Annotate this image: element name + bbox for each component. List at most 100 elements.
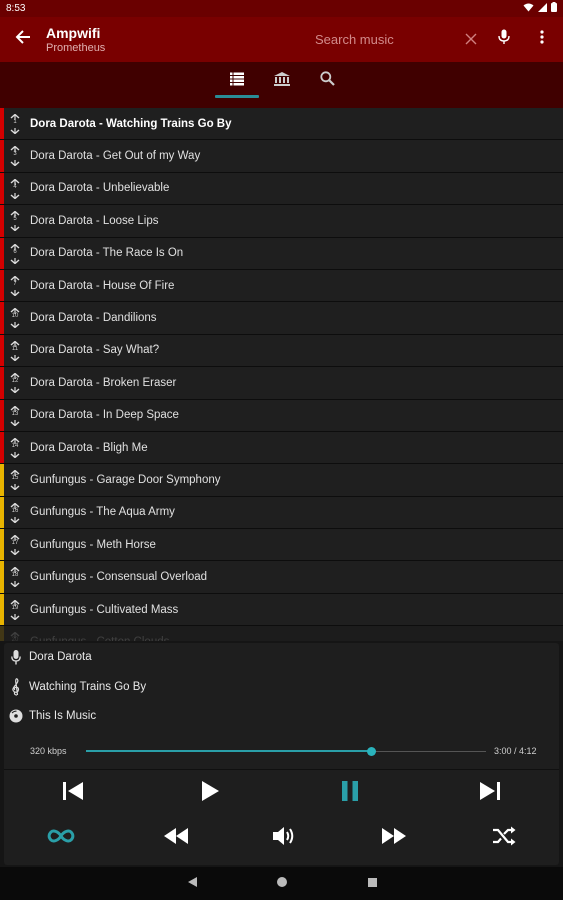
seek-bar-area: 320 kbps 3:00 / 4:12 (4, 739, 559, 763)
repeat-infinite-icon (47, 828, 75, 849)
clear-icon[interactable] (464, 32, 478, 46)
tab-bar (0, 62, 563, 108)
playlist-item[interactable]: 3 Dora Darota - Get Out of my Way (0, 140, 563, 173)
artist-color-bar (0, 302, 4, 334)
playlist-item[interactable]: 19 Gunfungus - Cultivated Mass (0, 593, 563, 627)
artist-color-bar (0, 205, 4, 237)
playlist-item[interactable]: 11 Dora Darota - Say What? (0, 334, 563, 368)
playlist-item[interactable]: 12 Dora Darota - Broken Eraser (0, 367, 563, 400)
playlist-item[interactable]: 10 Dora Darota - Dandilions (0, 302, 563, 335)
search-input[interactable] (315, 32, 455, 47)
np-artist-row[interactable]: Dora Darota (4, 645, 559, 669)
voice-search-button[interactable] (494, 29, 514, 49)
np-title-row[interactable]: Watching Trains Go By (4, 675, 559, 699)
play-icon (200, 780, 220, 807)
recents-square-icon (367, 875, 378, 893)
track-label: Dora Darota - Get Out of my Way (30, 150, 201, 163)
nav-recents-button[interactable] (364, 876, 380, 892)
volume-button[interactable] (267, 820, 303, 856)
track-label: Gunfungus - Consensual Overload (30, 571, 208, 584)
shuffle-button[interactable] (486, 820, 522, 856)
queue-list-icon (230, 72, 244, 91)
status-time: 8:53 (6, 3, 26, 14)
tab-library[interactable] (260, 62, 304, 100)
artist-color-bar (0, 431, 4, 464)
system-nav-bar (0, 867, 563, 900)
now-playing-panel: Dora Darota Watching Trains Go By This I… (4, 643, 559, 865)
track-label: Dora Darota - The Race Is On (30, 247, 184, 260)
app-bar: Ampwifi Prometheus (0, 17, 563, 62)
track-number: 13 (11, 410, 19, 417)
track-number: 14 (11, 442, 19, 449)
track-number: 12 (11, 378, 19, 385)
track-label: Dora Darota - Bligh Me (30, 441, 148, 454)
track-number: 7 (13, 280, 17, 287)
playlist-item[interactable]: 15 Gunfungus - Garage Door Symphony (0, 464, 563, 497)
track-label: Gunfungus - Cultivated Mass (30, 603, 179, 616)
fast-forward-button[interactable] (376, 820, 412, 856)
rewind-button[interactable] (158, 820, 194, 856)
playlist-item[interactable]: 6 Dora Darota - The Race Is On (0, 237, 563, 270)
play-button[interactable] (192, 775, 228, 811)
mic-icon (8, 649, 24, 665)
track-label: Gunfungus - Garage Door Symphony (30, 473, 221, 486)
playlist-item[interactable]: 7 Dora Darota - House Of Fire (0, 269, 563, 303)
more-options-button[interactable] (532, 29, 552, 49)
time-display: 3:00 / 4:12 (494, 746, 537, 756)
artist-color-bar (0, 367, 4, 399)
seek-thumb[interactable] (367, 747, 377, 756)
artist-color-bar (0, 399, 4, 431)
shuffle-icon (492, 826, 516, 851)
track-number: 11 (11, 345, 19, 352)
back-triangle-icon (187, 875, 198, 893)
repeat-button[interactable] (43, 820, 79, 856)
track-number: 19 (11, 604, 19, 611)
np-album-row[interactable]: This Is Music (4, 704, 559, 728)
playlist-item[interactable]: 13 Dora Darota - In Deep Space (0, 399, 563, 432)
playlist-item[interactable]: 5 Dora Darota - Loose Lips (0, 205, 563, 238)
status-bar: 8:53 (0, 0, 563, 17)
artist-color-bar (0, 269, 4, 302)
bitrate-label: 320 kbps (30, 746, 67, 756)
back-arrow-icon (15, 29, 31, 50)
track-label: Gunfungus - The Aqua Army (30, 506, 175, 519)
playlist-item[interactable]: 18 Gunfungus - Consensual Overload (0, 561, 563, 594)
playlist-item[interactable]: 20 Gunfungus - Cotton Clouds (0, 626, 563, 641)
tab-indicator (215, 95, 259, 98)
track-number: 4 (13, 183, 17, 190)
track-label: Gunfungus - Cotton Clouds (30, 636, 169, 641)
treble-clef-icon (8, 678, 24, 696)
playlist-item[interactable]: 17 Gunfungus - Meth Horse (0, 529, 563, 562)
playlist-item[interactable]: 16 Gunfungus - The Aqua Army (0, 496, 563, 530)
track-label: Dora Darota - Dandilions (30, 312, 157, 325)
playlist-item[interactable]: 14 Dora Darota - Bligh Me (0, 431, 563, 465)
nav-back-button[interactable] (184, 876, 200, 892)
app-subtitle: Prometheus (46, 41, 106, 54)
battery-icon (551, 2, 557, 15)
track-number: 17 (11, 540, 19, 547)
app-title: Ampwifi (46, 24, 101, 41)
track-label: Dora Darota - Loose Lips (30, 214, 159, 227)
home-circle-icon (276, 875, 288, 893)
nav-home-button[interactable] (274, 876, 290, 892)
playlist-queue[interactable]: 1 Dora Darota - Watching Trains Go By 3 Dor… (0, 108, 563, 641)
skip-next-icon (479, 780, 501, 807)
mic-icon (498, 29, 510, 50)
library-icon (274, 71, 290, 91)
pause-button[interactable] (332, 775, 368, 811)
track-number: 18 (11, 572, 19, 579)
playlist-item[interactable]: 1 Dora Darota - Watching Trains Go By (0, 108, 563, 141)
np-title: Watching Trains Go By (29, 681, 147, 693)
wifi-icon (523, 3, 534, 15)
skip-next-button[interactable] (472, 775, 508, 811)
status-icons (523, 2, 557, 15)
back-button[interactable] (0, 17, 46, 62)
tab-search[interactable] (305, 62, 349, 100)
track-number: 15 (11, 475, 19, 482)
track-label: Dora Darota - House Of Fire (30, 279, 175, 292)
playlist-item[interactable]: 4 Dora Darota - Unbelievable (0, 172, 563, 206)
search-icon (319, 71, 335, 91)
search-box (315, 17, 480, 62)
skip-previous-button[interactable] (55, 775, 91, 811)
skip-previous-icon (62, 780, 84, 807)
